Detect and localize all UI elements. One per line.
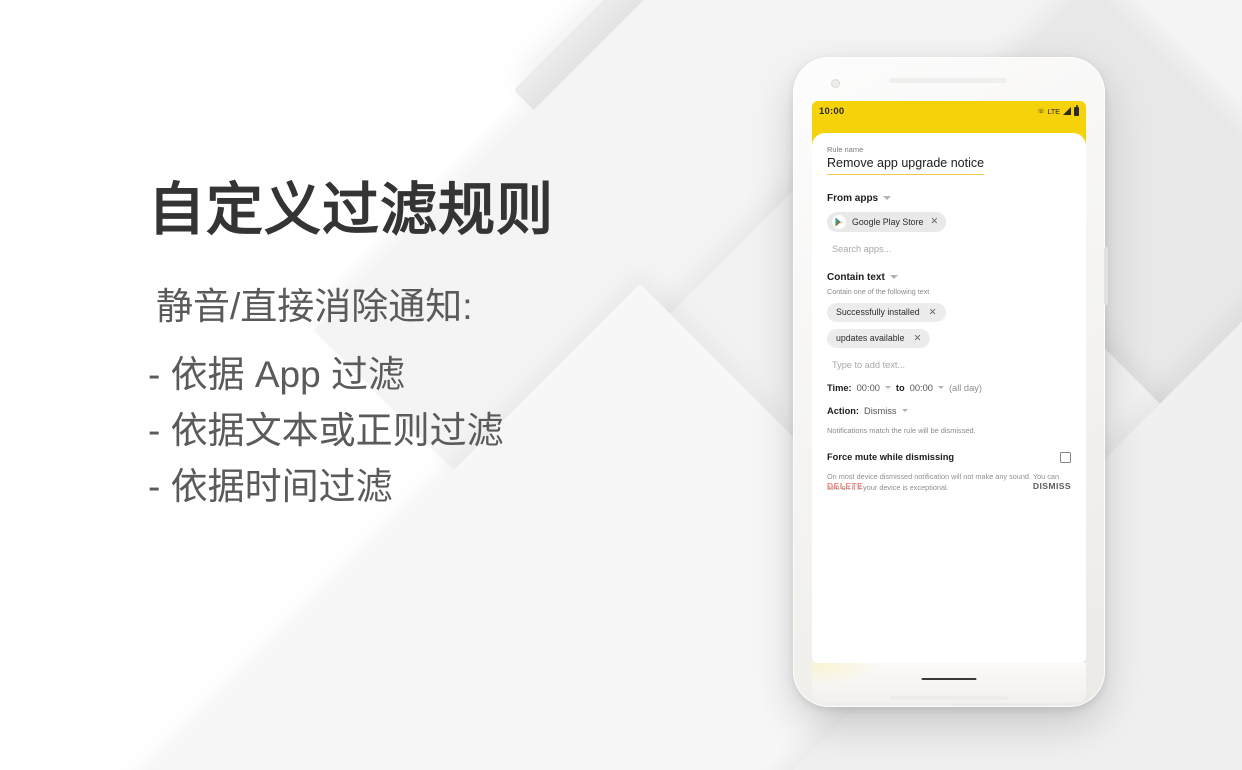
phone-top-bezel [793, 57, 1105, 101]
checkbox-unchecked-icon[interactable] [1060, 451, 1071, 463]
bottom-speaker-icon [890, 696, 1008, 700]
power-button-icon[interactable] [1104, 247, 1108, 305]
time-separator: to [895, 382, 905, 393]
list-item: - 依据文本或正则过滤 [148, 409, 504, 451]
dismiss-button[interactable]: DISMISS [1033, 481, 1071, 491]
app-chip-label: Google Play Store [852, 216, 924, 227]
phone-bottom-bezel [812, 663, 1086, 703]
rule-name-input[interactable]: Remove app upgrade notice [827, 155, 985, 175]
contain-text-helper: Contain one of the following text [827, 286, 930, 296]
battery-icon [1074, 105, 1079, 116]
chevron-down-icon[interactable] [884, 386, 891, 390]
feature-list: - 依据 App 过滤 - 依据文本或正则过滤 - 依据时间过滤 [148, 347, 708, 516]
add-text-input[interactable]: Type to add text... [827, 360, 1071, 370]
phone-screen: 10:00 ☏ LTE Rule name Remove app upgrade… [812, 101, 1086, 663]
action-value[interactable]: Dismiss [864, 406, 897, 416]
chevron-down-icon[interactable] [883, 196, 892, 201]
earpiece-speaker-icon [889, 78, 1007, 83]
signal-bars-icon [1063, 107, 1071, 115]
force-mute-label: Force mute while dismissing [827, 452, 955, 463]
text-chip-updates-available[interactable]: updates available ✕ [827, 328, 931, 348]
status-bar: 10:00 ☏ LTE [812, 101, 1086, 121]
close-icon[interactable]: ✕ [930, 217, 938, 227]
text-chip-label: updates available [836, 333, 905, 344]
status-bar-clock: 10:00 [819, 105, 845, 117]
delete-button[interactable]: DELETE [827, 481, 863, 491]
chevron-down-icon[interactable] [901, 409, 908, 413]
time-row[interactable]: Time: 00:00 to 00:00 (all day) [827, 383, 1071, 393]
from-apps-label: From apps [827, 192, 879, 204]
close-icon[interactable]: ✕ [913, 334, 921, 344]
front-camera-icon [831, 79, 840, 88]
close-icon[interactable]: ✕ [929, 308, 937, 318]
page-title: 自定义过滤规则 [148, 178, 554, 242]
home-indicator-icon[interactable] [921, 678, 977, 680]
google-play-icon [832, 214, 846, 229]
rule-editor-card: Rule name Remove app upgrade notice From… [812, 133, 1086, 663]
screen-glow [812, 663, 882, 685]
volte-icon: ☏ [1037, 108, 1045, 115]
text-chip-successfully-installed[interactable]: Successfully installed ✕ [827, 302, 946, 322]
card-action-buttons: DELETE DISMISS [827, 481, 1071, 491]
network-type-label: LTE [1047, 106, 1060, 116]
action-row-selector[interactable]: Action: Dismiss [827, 406, 1071, 416]
search-apps-input[interactable]: Search apps... [827, 244, 1071, 254]
rule-name-label: Rule name [827, 145, 864, 154]
slide-subtitle: 静音/直接消除通知: [156, 285, 473, 327]
action-label: Action: [827, 405, 860, 416]
time-all-day-hint: (all day) [948, 382, 983, 393]
time-label: Time: [827, 382, 852, 393]
slide-text-block: 自定义过滤规则 静音/直接消除通知: - 依据 App 过滤 - 依据文本或正则… [148, 178, 708, 515]
force-mute-row[interactable]: Force mute while dismissing [827, 451, 1071, 463]
app-chip-google-play-store[interactable]: Google Play Store ✕ [827, 211, 947, 232]
contain-text-label: Contain text [827, 271, 885, 283]
slide-canvas: 自定义过滤规则 静音/直接消除通知: - 依据 App 过滤 - 依据文本或正则… [0, 0, 1242, 770]
list-item: - 依据时间过滤 [148, 466, 393, 508]
contain-text-header[interactable]: Contain text [827, 272, 1071, 283]
time-from-value[interactable]: 00:00 [857, 383, 880, 393]
phone-mockup: 10:00 ☏ LTE Rule name Remove app upgrade… [793, 57, 1108, 707]
text-chip-label: Successfully installed [836, 307, 920, 318]
chevron-down-icon[interactable] [937, 386, 944, 390]
chevron-down-icon[interactable] [889, 275, 898, 280]
status-bar-icons: ☏ LTE [1037, 105, 1079, 116]
list-item: - 依据 App 过滤 [148, 353, 405, 395]
from-apps-header[interactable]: From apps [827, 193, 1071, 204]
rule-name-field[interactable]: Rule name Remove app upgrade notice [827, 145, 1071, 175]
time-to-value[interactable]: 00:00 [910, 383, 933, 393]
action-note: Notifications match the rule will be dis… [827, 425, 976, 435]
